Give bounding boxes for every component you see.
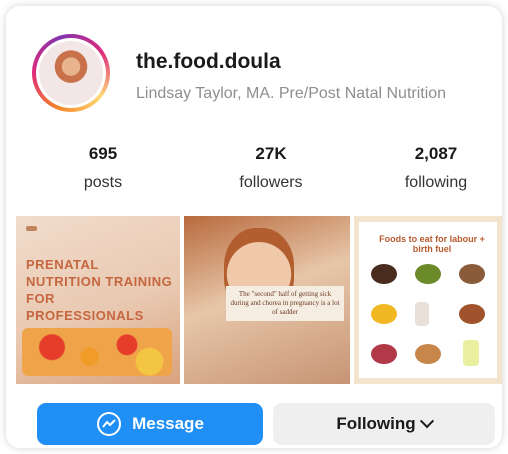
- food-icon: [415, 344, 441, 364]
- food-image: [22, 328, 172, 376]
- profile-card: the.food.doula Lindsay Taylor, MA. Pre/P…: [6, 6, 502, 448]
- food-icon: [415, 302, 429, 326]
- followers-label: followers: [239, 174, 303, 191]
- avatar-image: [39, 41, 103, 105]
- grid-post-1[interactable]: PRENATAL NUTRITION TRAINING FOR PROFESSI…: [16, 216, 180, 384]
- profile-bio: Lindsay Taylor, MA. Pre/Post Natal Nutri…: [136, 85, 447, 102]
- message-button[interactable]: Message: [37, 403, 263, 445]
- post-3-title: Foods to eat for labour + birth fuel: [379, 234, 485, 254]
- food-icon: [371, 304, 397, 324]
- stat-followers[interactable]: 27K followers: [206, 144, 336, 192]
- followers-count: 27K: [255, 144, 287, 163]
- stat-posts[interactable]: 695 posts: [38, 144, 168, 192]
- post-1-title: PRENATAL NUTRITION TRAINING FOR PROFESSI…: [26, 257, 173, 323]
- posts-label: posts: [83, 174, 123, 191]
- following-button-label: Following: [336, 414, 416, 433]
- food-icon: [415, 264, 441, 284]
- messenger-icon: [97, 412, 122, 436]
- post-2-quote: The "second" half of getting sick during…: [226, 286, 344, 321]
- food-icon: [459, 264, 485, 284]
- following-count: 2,087: [414, 144, 458, 163]
- food-icon: [371, 264, 397, 284]
- profile-avatar[interactable]: [32, 34, 110, 112]
- following-label: following: [404, 174, 468, 191]
- grid-post-3[interactable]: Foods to eat for labour + birth fuel: [354, 216, 502, 384]
- posts-count: 695: [88, 144, 118, 163]
- food-icon: [371, 344, 397, 364]
- food-icon: [463, 340, 479, 366]
- stat-following[interactable]: 2,087 following: [371, 144, 501, 192]
- following-button[interactable]: Following: [273, 403, 495, 445]
- profile-username: the.food.doula: [136, 50, 281, 73]
- food-icon: [459, 304, 485, 324]
- grid-post-2[interactable]: The "second" half of getting sick during…: [184, 216, 350, 384]
- chevron-down-icon: [419, 414, 434, 429]
- message-label: Message: [132, 414, 204, 433]
